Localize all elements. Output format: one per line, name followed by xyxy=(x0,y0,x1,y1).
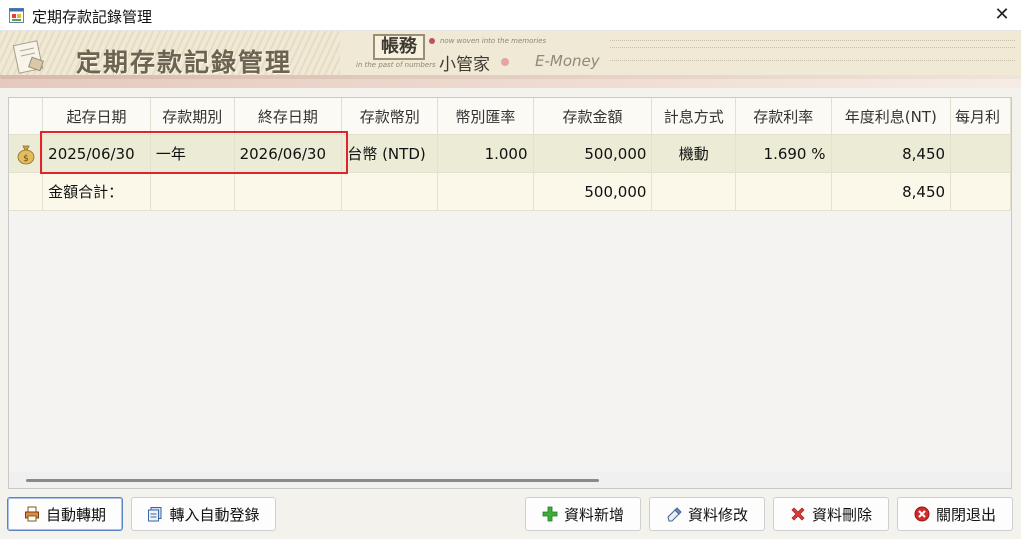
total-cell-empty xyxy=(651,172,737,211)
banner-dotted-lines xyxy=(610,40,1015,48)
delete-record-button[interactable]: 資料刪除 xyxy=(773,497,889,531)
cell-end-date[interactable]: 2026/06/30 xyxy=(234,134,343,173)
total-amount: 500,000 xyxy=(533,172,653,211)
horizontal-scrollbar[interactable] xyxy=(9,472,1011,488)
column-header-start-date[interactable]: 起存日期 xyxy=(42,98,151,135)
app-window-icon xyxy=(9,8,24,23)
total-cell-empty xyxy=(735,172,832,211)
import-icon xyxy=(148,507,162,522)
cell-annual-interest[interactable]: 8,450 xyxy=(831,134,952,173)
column-header-interest-rate[interactable]: 存款利率 xyxy=(735,98,832,135)
plus-icon xyxy=(542,506,558,522)
row-header[interactable]: $ xyxy=(9,134,44,173)
total-annual-interest: 8,450 xyxy=(831,172,952,211)
edit-record-button[interactable]: 資料修改 xyxy=(649,497,765,531)
exit-button[interactable]: 關閉退出 xyxy=(897,497,1013,531)
cell-term[interactable]: 一年 xyxy=(150,134,235,173)
edit-record-label: 資料修改 xyxy=(687,505,748,524)
total-cell-empty xyxy=(950,172,1011,211)
total-cell-empty xyxy=(341,172,439,211)
column-header-amount[interactable]: 存款金額 xyxy=(533,98,653,135)
total-cell-empty xyxy=(234,172,343,211)
cell-rate[interactable]: 1.000 xyxy=(437,134,534,173)
close-window-button[interactable]: ✕ xyxy=(989,2,1015,28)
auto-renew-label: 自動轉期 xyxy=(45,505,106,524)
printer-icon xyxy=(24,506,39,522)
total-row[interactable]: 金額合計： 500,000 8,450 xyxy=(9,172,1011,211)
notebook-icon xyxy=(12,40,44,74)
import-auto-button[interactable]: 轉入自動登錄 xyxy=(131,497,276,531)
total-cell-empty xyxy=(437,172,534,211)
cell-start-date[interactable]: 2025/06/30 xyxy=(42,134,151,173)
svg-text:$: $ xyxy=(23,154,29,164)
close-circle-icon xyxy=(914,506,930,522)
total-label: 金額合計： xyxy=(42,172,151,211)
window-title: 定期存款記錄管理 xyxy=(32,8,153,26)
brand-name: E-Money xyxy=(535,52,600,70)
add-record-label: 資料新增 xyxy=(563,505,624,524)
x-icon xyxy=(791,507,805,521)
total-cell-empty xyxy=(150,172,235,211)
banner-band xyxy=(0,79,1021,88)
logo-dot xyxy=(429,38,435,44)
cell-monthly-interest[interactable] xyxy=(950,134,1011,173)
title-bar: 定期存款記錄管理 ✕ xyxy=(0,0,1021,31)
column-header-currency[interactable]: 存款幣別 xyxy=(341,98,439,135)
money-bag-icon: $ xyxy=(17,145,34,164)
banner-dotted-line xyxy=(610,60,1015,62)
banner-title: 定期存款記錄管理 xyxy=(76,48,293,77)
cell-interest-method[interactable]: 機動 xyxy=(651,134,737,173)
deposit-table: 起存日期 存款期別 終存日期 存款幣別 幣別匯率 存款金額 計息方式 存款利率 … xyxy=(9,98,1011,211)
add-record-button[interactable]: 資料新增 xyxy=(525,497,641,531)
banner: 定期存款記錄管理 帳務 now woven into the memories … xyxy=(0,31,1021,88)
column-header-annual-interest[interactable]: 年度利息(NT) xyxy=(831,98,952,135)
scrollbar-thumb[interactable] xyxy=(26,479,599,482)
cell-interest-rate[interactable]: 1.690 % xyxy=(735,134,832,173)
table-row[interactable]: $ 2025/06/30 一年 2026/06/30 台幣 (NTD) 1.00… xyxy=(9,134,1011,173)
column-header-monthly-interest[interactable]: 每月利 xyxy=(950,98,1011,135)
deposit-grid[interactable]: 起存日期 存款期別 終存日期 存款幣別 幣別匯率 存款金額 計息方式 存款利率 … xyxy=(8,97,1012,489)
banner-subtitle: 小管家 xyxy=(439,55,490,75)
cell-amount[interactable]: 500,000 xyxy=(533,134,653,173)
import-auto-label: 轉入自動登錄 xyxy=(169,505,260,524)
column-header-end-date[interactable]: 終存日期 xyxy=(234,98,343,135)
heart-icon xyxy=(501,58,509,66)
row-header-corner xyxy=(9,98,44,135)
tagline-bottom: in the past of numbers xyxy=(356,61,436,69)
header-row: 起存日期 存款期別 終存日期 存款幣別 幣別匯率 存款金額 計息方式 存款利率 … xyxy=(9,98,1011,135)
tagline-top: now woven into the memories xyxy=(440,37,547,45)
eraser-icon xyxy=(667,507,682,522)
column-header-interest-method[interactable]: 計息方式 xyxy=(651,98,737,135)
column-header-rate[interactable]: 幣別匯率 xyxy=(437,98,534,135)
logo-mark: 帳務 xyxy=(373,34,425,60)
cell-currency[interactable]: 台幣 (NTD) xyxy=(341,134,439,173)
row-header[interactable] xyxy=(9,172,44,211)
column-header-term[interactable]: 存款期別 xyxy=(150,98,235,135)
delete-record-label: 資料刪除 xyxy=(811,505,872,524)
exit-label: 關閉退出 xyxy=(935,505,996,524)
auto-renew-button[interactable]: 自動轉期 xyxy=(7,497,123,531)
